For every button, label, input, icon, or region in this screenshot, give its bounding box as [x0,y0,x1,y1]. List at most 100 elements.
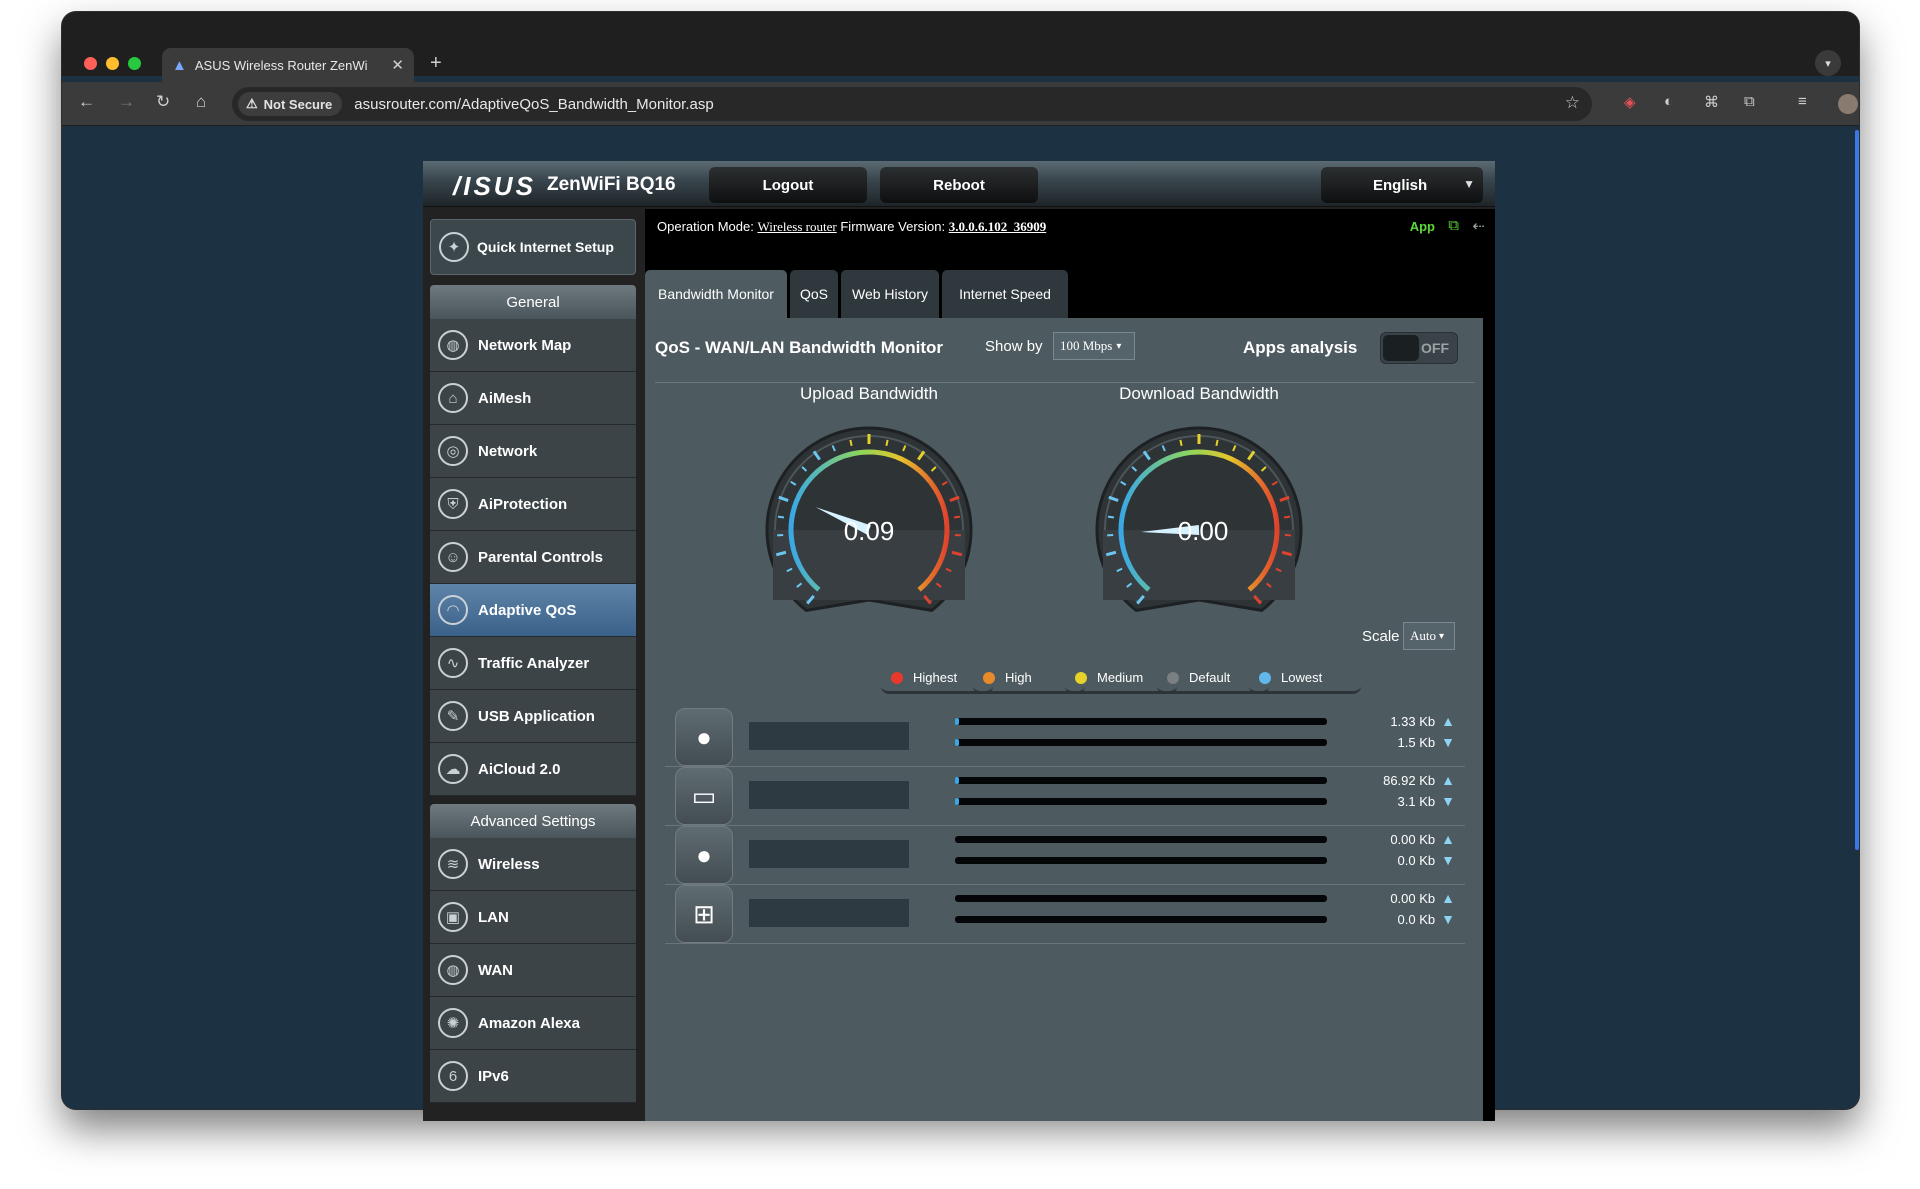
client-name-field[interactable] [749,781,909,809]
sidebar-item-network[interactable]: ◎ Network [430,425,636,478]
upload-bar [955,836,1327,843]
not-secure-chip[interactable]: ⚠ Not Secure [238,92,343,116]
page-scrollbar[interactable] [1855,130,1859,850]
sidebar-item-label: Traffic Analyzer [478,654,590,672]
sidebar-item-aimesh[interactable]: ⌂ AiMesh [430,372,636,425]
speedometer-icon: ◠ [438,595,468,625]
bookmark-star-icon[interactable]: ☆ [1565,93,1580,113]
sidebar-item-parental-controls[interactable]: ☺ Parental Controls [430,531,636,584]
back-button[interactable]: ← [78,92,95,112]
client-name-field[interactable] [749,899,909,927]
home-button[interactable]: ⌂ [196,92,206,112]
tab-qos[interactable]: QoS [790,270,838,318]
download-rate: 0.0 Kb ▼ [1345,852,1455,868]
sidebar-item-adaptive-qos[interactable]: ◠ Adaptive QoS [430,584,636,637]
sidebar-item-label: AiMesh [478,389,532,407]
divider [655,382,1475,383]
pocket-icon[interactable]: ◈ [1624,93,1636,111]
download-rate-value: 1.5 Kb [1397,735,1436,750]
upload-rate: 0.00 Kb ▲ [1345,890,1455,906]
sidebar-item-label: Adaptive QoS [478,601,577,619]
sidebar-item-wan[interactable]: ◍ WAN [430,944,636,997]
tab-internet-speed[interactable]: Internet Speed [942,270,1068,318]
sidebar-item-label: WAN [478,961,513,979]
sidebar-item-label: USB Application [478,707,595,725]
extension-shield-icon[interactable]: ◐ [1664,93,1673,110]
client-name-field[interactable] [749,840,909,868]
download-bar-fill [955,739,959,746]
media-controls-icon[interactable]: ≡ [1798,93,1807,110]
close-window-button[interactable] [84,57,97,70]
firmware-link[interactable]: 3.0.0.6.102_36909 [949,219,1047,234]
laptop-icon[interactable]: ▭ [675,767,733,825]
logout-button[interactable]: Logout [709,167,867,203]
extension-translate-icon[interactable]: ⌘ [1704,93,1719,111]
sidebar-item-aiprotection[interactable]: ⛨ AiProtection [430,478,636,531]
address-bar[interactable]: ⚠ Not Secure asusrouter.com/AdaptiveQoS_… [232,87,1592,121]
tab-bandwidth-monitor[interactable]: Bandwidth Monitor [645,270,787,318]
url-text[interactable]: asusrouter.com/AdaptiveQoS_Bandwidth_Mon… [354,96,713,113]
sidebar-item-traffic-analyzer[interactable]: ∿ Traffic Analyzer [430,637,636,690]
gauge-tick [1283,515,1291,519]
apps-analysis-toggle[interactable]: OFF [1380,332,1458,364]
windows-icon[interactable]: ⊞ [675,885,733,943]
extensions-puzzle-icon[interactable]: ⧉ [1744,93,1755,110]
tab-web-history[interactable]: Web History [841,270,939,318]
upload-rate-value: 0.00 Kb [1390,891,1436,906]
model-name: ZenWiFi BQ16 [547,174,676,195]
sidebar-item-aicloud-2-0[interactable]: ☁ AiCloud 2.0 [430,743,636,796]
apps-analysis-label: Apps analysis [1243,338,1358,357]
profile-avatar[interactable] [1838,94,1858,114]
arrow-down-icon: ▼ [1441,793,1455,809]
sidebar-item-network-map[interactable]: ◍ Network Map [430,319,636,372]
usb-icon: ✎ [438,701,468,731]
show-by-select[interactable]: 100 Mbps ▾ [1053,332,1135,360]
sidebar-item-label: Network Map [478,336,572,354]
panel-title: QoS - WAN/LAN Bandwidth Monitor [655,338,944,357]
sidebar-item-usb-application[interactable]: ✎ USB Application [430,690,636,743]
app-device-icon[interactable]: ⧉ [1448,217,1459,234]
client-name-field[interactable] [749,722,909,750]
advanced-menu: Advanced Settings ≋ Wireless ▣ LAN ◍ WAN ✺ Amaz… [430,804,636,1103]
browser-tab[interactable]: ▲ ASUS Wireless Router ZenWi ✕ [162,48,414,82]
client-row: ● 0.00 Kb ▲ 0.0 Kb ▼ [665,826,1465,885]
reload-button[interactable]: ↻ [156,92,170,112]
download-rate-value: 0.0 Kb [1397,912,1436,927]
sidebar-item-wireless[interactable]: ≋ Wireless [430,838,636,891]
legend-label: High [1005,670,1032,685]
minimize-window-button[interactable] [106,57,119,70]
usb-status-icon[interactable]: ⇠ [1472,217,1485,235]
client-row: ⊞ 0.00 Kb ▲ 0.0 Kb ▼ [665,885,1465,944]
legend-label: Highest [913,670,958,685]
download-rate: 0.0 Kb ▼ [1345,911,1455,927]
reboot-button[interactable]: Reboot [880,167,1038,203]
sidebar-item-amazon-alexa[interactable]: ✺ Amazon Alexa [430,997,636,1050]
new-tab-button[interactable]: + [430,52,442,75]
upload-rate-value: 86.92 Kb [1383,773,1436,788]
arrow-down-icon: ▼ [1441,852,1455,868]
general-menu: General ◍ Network Map ⌂ AiMesh ◎ Network ⛨ AiPr… [430,285,636,796]
firmware-label: Firmware Version: [840,219,946,234]
app-label[interactable]: App [1410,219,1435,234]
apple-icon[interactable]: ● [675,708,733,766]
download-rate-value: 0.0 Kb [1397,853,1436,868]
sidebar-item-lan[interactable]: ▣ LAN [430,891,636,944]
sidebar-item-ipv6[interactable]: 6 IPv6 [430,1050,636,1103]
download-bar-fill [955,798,959,805]
sidebar-item-label: Amazon Alexa [478,1014,580,1032]
scale-select[interactable]: Auto ▾ [1403,622,1455,650]
forward-button[interactable]: → [118,92,135,112]
tab-strip: ▲ ASUS Wireless Router ZenWi ✕ + ▾ [62,12,1859,82]
legend-dot [891,671,903,684]
quick-setup-label: Quick Internet Setup [477,238,614,255]
download-title: Download Bandwidth [1119,384,1279,403]
close-tab-icon[interactable]: ✕ [391,56,404,74]
language-select[interactable]: English ▼ [1321,167,1483,203]
gauge-tick [849,439,853,446]
tab-search-button[interactable]: ▾ [1815,50,1841,76]
operation-mode-link[interactable]: Wireless router [757,219,836,234]
quick-internet-setup-button[interactable]: ✦ Quick Internet Setup [430,219,636,275]
wrench-icon: ✦ [439,232,469,262]
apple-icon[interactable]: ● [675,826,733,884]
maximize-window-button[interactable] [128,57,141,70]
